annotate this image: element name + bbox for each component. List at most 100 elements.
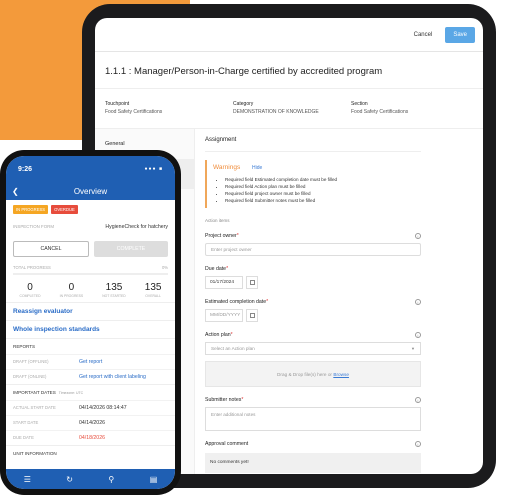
warning-item: Required field Estimated completion date…: [225, 176, 415, 183]
row-value: HygieneCheck for hatchery: [105, 224, 168, 230]
meta-row: Touchpoint Food Safety Certifications Ca…: [95, 88, 483, 128]
whole-inspection-link[interactable]: Whole inspection standards: [6, 320, 175, 338]
page-title: 1.1.1 : Manager/Person-in-Charge certifi…: [105, 66, 383, 77]
meta-touchpoint: Touchpoint Food Safety Certifications: [105, 101, 233, 128]
meta-value: Food Safety Certifications: [351, 109, 409, 115]
calendar-button[interactable]: [246, 309, 258, 322]
warning-item: Required field Action plan must be fille…: [225, 183, 415, 190]
info-icon[interactable]: i: [415, 299, 421, 305]
get-report-client-link[interactable]: Get report with client labeling: [79, 374, 146, 380]
important-dates-heading: IMPORTANT DATES Timezone: UTC: [6, 384, 175, 400]
progress-value: 0%: [161, 265, 168, 270]
meta-value: Food Safety Certifications: [105, 109, 163, 115]
meta-value: DEMONSTRATION OF KNOWLEDGE: [233, 109, 319, 115]
due-date-input-group: 01/17/2024: [205, 276, 421, 289]
est-completion-input[interactable]: MM/DD/YYYY: [205, 309, 243, 322]
timezone-label: Timezone: UTC: [58, 391, 84, 395]
submitter-notes-field: Submitter notes* i Enter additional note…: [205, 397, 421, 431]
reports-heading: REPORTS: [6, 338, 175, 354]
file-drop-zone[interactable]: Drag & Drop file(s) here or Browse: [205, 361, 421, 387]
action-plan-field: Action plan* i Select an Action plan ▼ D…: [205, 332, 421, 387]
field-label: Estimated completion date*: [205, 299, 269, 305]
row-label: START DATE: [13, 420, 39, 425]
warnings-title: Warnings: [213, 164, 241, 171]
row-label: DUE DATE: [13, 435, 34, 440]
phone-screen: 9:26 ●●● ■ ❮ Overview IN PROGRESS OVERDU…: [6, 156, 175, 489]
field-label: Due date*: [205, 266, 229, 272]
field-label: Approval comment: [205, 441, 249, 447]
calendar-button[interactable]: [246, 276, 258, 289]
status-badge: IN PROGRESS: [13, 205, 49, 214]
info-icon[interactable]: i: [415, 332, 421, 338]
reassign-evaluator-link[interactable]: Reassign evaluator: [6, 302, 175, 320]
row-value: 04/14/2026 08:14:47: [79, 405, 127, 411]
warnings-box: Warnings Hide Required field Estimated c…: [205, 160, 421, 208]
tablet-topbar: Cancel Save: [95, 18, 483, 52]
progress-stats: 0 COMPLETED 0 IN PROGRESS 135 NOT STARTED 1…: [6, 278, 175, 302]
meta-label: Section: [351, 101, 368, 107]
action-items-label: Action items: [205, 218, 230, 223]
info-icon[interactable]: i: [415, 441, 421, 447]
action-plan-select[interactable]: Select an Action plan ▼: [205, 342, 421, 355]
row-label: ACTUAL START DATE: [13, 405, 56, 410]
phone-frame: 9:26 ●●● ■ ❮ Overview IN PROGRESS OVERDU…: [0, 150, 181, 495]
stage: Cancel Save 1.1.1 : Manager/Person-in-Ch…: [0, 0, 512, 496]
row-value: 04/14/2026: [79, 420, 105, 426]
sync-icon[interactable]: ↻: [66, 475, 73, 484]
browse-link[interactable]: Browse: [333, 372, 349, 377]
due-date-input[interactable]: 01/17/2024: [205, 276, 243, 289]
draft-online-row: DRAFT (ONLINE) Get report with client la…: [6, 369, 175, 384]
status-badges: IN PROGRESS OVERDUE: [6, 200, 175, 219]
phone-header: ❮ Overview: [6, 182, 175, 200]
info-icon[interactable]: i: [415, 397, 421, 403]
unit-info-heading: UNIT INFORMATION: [6, 445, 175, 461]
filter-icon[interactable]: ☰: [24, 475, 31, 484]
get-report-link[interactable]: Get report: [79, 359, 102, 365]
complete-button[interactable]: COMPLETE: [94, 241, 168, 257]
document-icon[interactable]: ▤: [150, 475, 158, 484]
info-icon[interactable]: i: [415, 233, 421, 239]
calendar-icon: [249, 280, 255, 285]
hide-warnings-link[interactable]: Hide: [252, 165, 262, 171]
warning-item: Required field project owner must be fil…: [225, 190, 415, 197]
due-date-row: DUE DATE 04/18/2026: [6, 430, 175, 445]
status-bar: 9:26 ●●● ■: [6, 156, 175, 182]
main-panel: Assignment Warnings Hide Required field …: [195, 129, 483, 474]
project-owner-field: Project owner* i Enter project owner: [205, 233, 421, 256]
est-completion-input-group: MM/DD/YYYY: [205, 309, 421, 322]
section-title: Assignment: [205, 137, 421, 152]
inspection-form-row: INSPECTION FORM HygieneCheck for hatcher…: [6, 219, 175, 235]
meta-section: Section Food Safety Certifications: [351, 101, 408, 128]
meta-label: Category: [233, 101, 254, 107]
save-button[interactable]: Save: [445, 26, 475, 43]
row-value: 04/18/2026: [79, 435, 105, 441]
stat-overall: 135 OVERALL: [144, 282, 162, 298]
phone-actions: CANCEL COMPLETE: [6, 235, 175, 263]
row-label: DRAFT (ONLINE): [13, 374, 47, 379]
calendar-icon: [249, 313, 255, 318]
start-date-row: START DATE 04/14/2026: [6, 415, 175, 430]
phone-cancel-button[interactable]: CANCEL: [13, 241, 89, 257]
actual-start-row: ACTUAL START DATE 04/14/2026 08:14:47: [6, 400, 175, 415]
cancel-button[interactable]: Cancel: [406, 27, 440, 42]
field-label: Project owner*: [205, 233, 239, 239]
drop-zone-text: Drag & Drop file(s) here or: [277, 372, 332, 377]
due-date-field: Due date* 01/17/2024: [205, 266, 421, 289]
stat-not-started: 135 NOT STARTED: [102, 282, 126, 298]
progress-header: TOTAL PROGRESS 0%: [6, 263, 175, 270]
submitter-notes-textarea[interactable]: Enter additional notes: [205, 407, 421, 431]
progress-label: TOTAL PROGRESS: [13, 265, 51, 270]
search-icon[interactable]: ⚲: [108, 475, 114, 484]
field-label: Submitter notes*: [205, 397, 244, 403]
draft-offline-row: DRAFT (OFFLINE) Get report: [6, 354, 175, 369]
stat-in-progress: 0 IN PROGRESS: [59, 282, 84, 298]
warnings-list: Required field Estimated completion date…: [225, 176, 415, 204]
field-label: Action plan*: [205, 332, 233, 338]
signal-icon: ●●● ■: [144, 166, 163, 172]
meta-label: Touchpoint: [105, 101, 130, 107]
approval-comment-field: Approval comment i No comments yet!: [205, 441, 421, 473]
warning-item: Required field Submitter notes must be f…: [225, 197, 415, 204]
project-owner-input[interactable]: Enter project owner: [205, 243, 421, 256]
phone-title: Overview: [73, 186, 108, 196]
warnings-header: Warnings Hide: [213, 164, 415, 171]
